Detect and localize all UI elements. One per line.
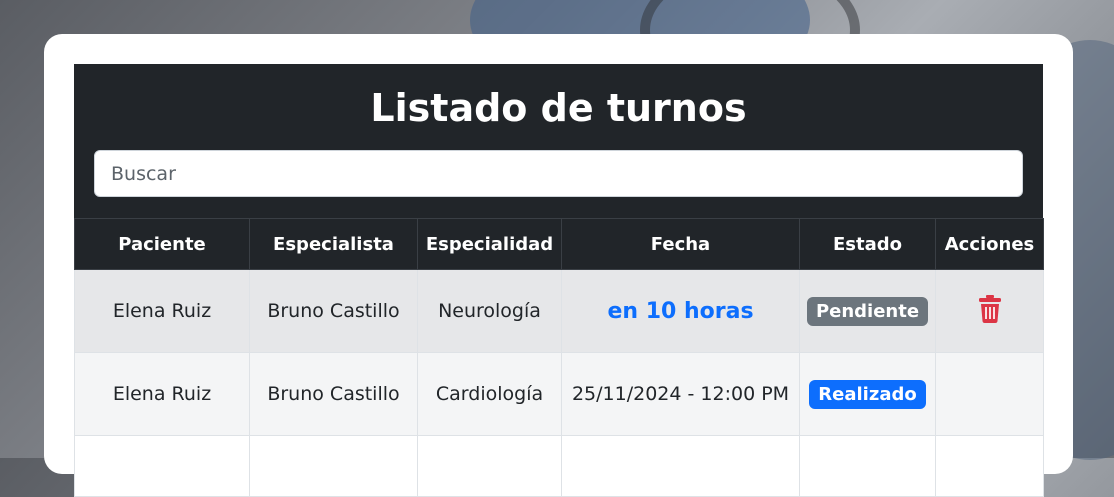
cell-empty [249,435,418,497]
cell-acciones [935,352,1044,436]
table-row[interactable]: Elena Ruiz Bruno Castillo Neurología en … [74,269,1044,353]
relative-date: en 10 horas [607,298,754,324]
cell-especialidad: Neurología [417,269,562,353]
cell-fecha: en 10 horas [561,269,800,353]
cell-estado: Realizado [799,352,936,436]
cell-acciones [935,269,1044,353]
cell-especialidad: Cardiología [417,352,562,436]
trash-icon [978,294,1001,323]
table-header: Paciente Especialista Especialidad Fecha… [74,218,1044,270]
cell-fecha: 25/11/2024 - 12:00 PM [561,352,800,436]
cell-especialista: Bruno Castillo [249,352,418,436]
column-header-especialidad[interactable]: Especialidad [417,218,562,270]
column-header-especialista[interactable]: Especialista [249,218,418,270]
cell-paciente: Elena Ruiz [74,269,250,353]
column-header-fecha[interactable]: Fecha [561,218,800,270]
cell-empty [935,435,1044,497]
status-badge: Realizado [809,379,926,409]
table-body: Elena Ruiz Bruno Castillo Neurología en … [74,269,1044,497]
table-row [74,435,1044,497]
table-row[interactable]: Elena Ruiz Bruno Castillo Cardiología 25… [74,352,1044,436]
column-header-paciente[interactable]: Paciente [74,218,250,270]
appointments-panel: Listado de turnos Paciente Especialista … [74,64,1044,497]
search-input[interactable] [94,150,1023,197]
appointments-card: Listado de turnos Paciente Especialista … [44,34,1073,497]
cell-especialista: Bruno Castillo [249,269,418,353]
delete-button[interactable] [978,294,1001,328]
cell-empty [799,435,936,497]
table-header-row: Paciente Especialista Especialidad Fecha… [74,218,1044,270]
column-header-acciones: Acciones [935,218,1044,270]
cell-empty [561,435,800,497]
status-badge: Pendiente [806,296,929,326]
cell-estado: Pendiente [799,269,936,353]
cell-empty [417,435,562,497]
appointments-table: Paciente Especialista Especialidad Fecha… [74,218,1044,497]
search-container [74,130,1043,218]
cell-empty [74,435,250,497]
page-title: Listado de turnos [370,86,747,130]
cell-paciente: Elena Ruiz [74,352,250,436]
column-header-estado[interactable]: Estado [799,218,936,270]
